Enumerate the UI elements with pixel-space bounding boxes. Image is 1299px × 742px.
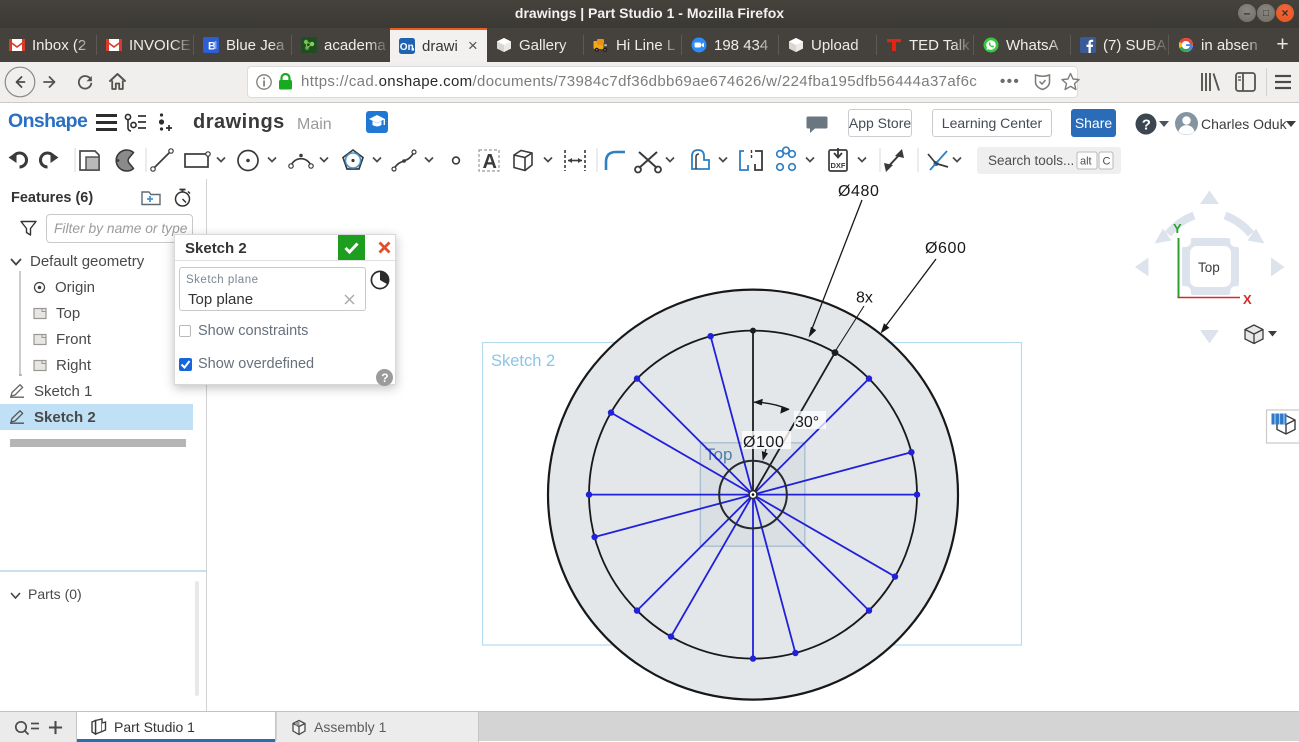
svg-text:Ø480: Ø480 [838, 183, 880, 200]
svg-text:A: A [483, 151, 497, 173]
svg-text:Y: Y [1173, 221, 1182, 236]
svg-text:Sketch 2: Sketch 2 [491, 352, 555, 370]
svg-text:8x: 8x [856, 290, 873, 307]
svg-text:30°: 30° [795, 414, 819, 431]
svg-text:?: ? [1142, 116, 1151, 133]
svg-text:Search tools...: Search tools... [988, 153, 1074, 168]
svg-text:On: On [400, 42, 414, 53]
svg-text:X: X [1243, 292, 1252, 307]
svg-text:Top: Top [1198, 260, 1220, 275]
svg-text:DXF: DXF [831, 161, 846, 170]
svg-text:alt: alt [1080, 156, 1092, 168]
svg-text:C: C [1103, 156, 1111, 168]
svg-text:Ø600: Ø600 [925, 240, 967, 257]
svg-text:?: ? [381, 371, 388, 385]
svg-text:Ø100: Ø100 [743, 434, 785, 451]
